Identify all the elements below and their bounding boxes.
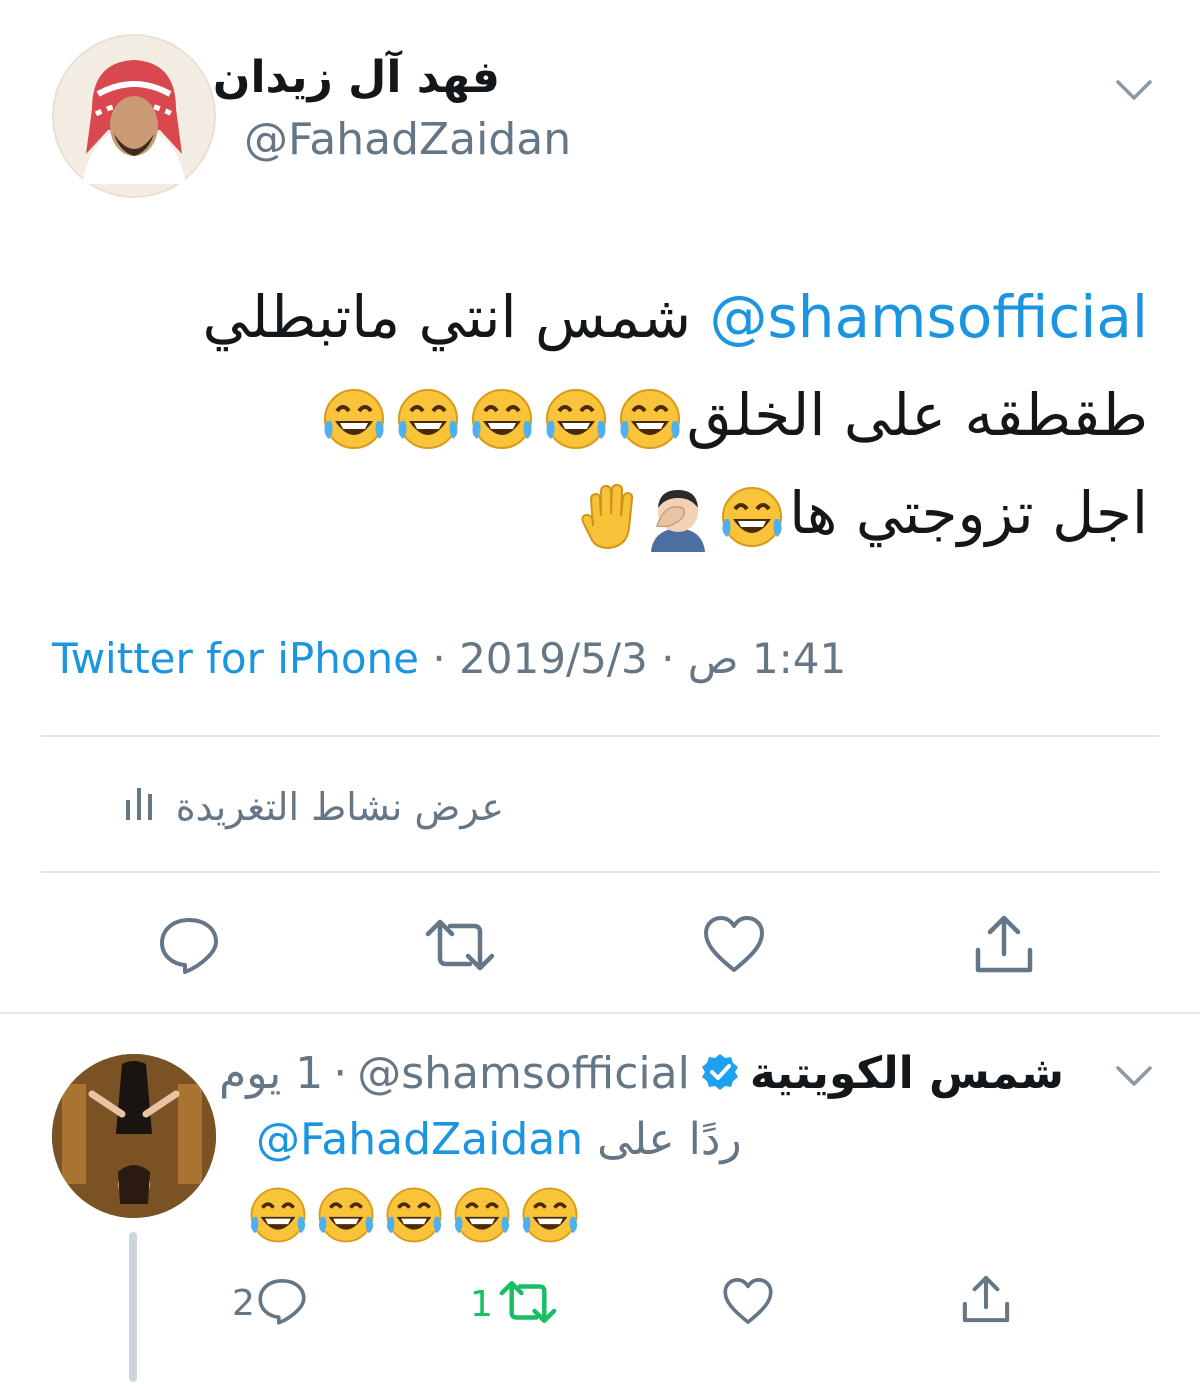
laughing-tears-emoji	[541, 387, 611, 451]
author-avatar[interactable]	[52, 34, 216, 198]
raised-hand-emoji	[579, 482, 639, 552]
reply-icon[interactable]	[257, 1276, 307, 1330]
meta-separator: ·	[432, 634, 446, 683]
tweet-meta: Twitter for iPhone · 2019/5/3 · 1:41 ص	[52, 634, 846, 683]
laughing-tears-emoji	[246, 1184, 310, 1246]
tweet-line-2: طقطقه على الخلق	[203, 366, 1148, 464]
reply-age: 1 يوم	[218, 1048, 324, 1099]
reply-action-like[interactable]	[722, 1276, 774, 1330]
reply-action-reply[interactable]: 2	[232, 1276, 307, 1330]
share-icon[interactable]	[972, 912, 1036, 976]
reply-author-name[interactable]: شمس الكويتية	[750, 1048, 1064, 1099]
laughing-tears-emoji	[314, 1184, 378, 1246]
author-handle[interactable]: @FahadZaidan	[244, 114, 571, 165]
retweet-icon[interactable]	[422, 916, 498, 974]
tweet-text-part: اجل تزوجتي ها	[789, 479, 1148, 547]
heart-icon[interactable]	[722, 1278, 774, 1330]
laughing-tears-emoji	[382, 1184, 446, 1246]
laughing-tears-emoji	[615, 387, 685, 451]
reply-author-handle[interactable]: @shamsofficial	[357, 1048, 690, 1099]
divider	[40, 871, 1160, 873]
author-name[interactable]: فهد آل زيدان	[213, 52, 500, 103]
meta-separator: ·	[333, 1048, 348, 1099]
replying-to-handle[interactable]: @FahadZaidan	[256, 1114, 583, 1165]
mention-link[interactable]: @shamsofficial	[710, 283, 1148, 351]
laughing-tears-emoji	[319, 387, 389, 451]
reply-icon[interactable]	[158, 914, 220, 976]
retweet-icon[interactable]	[497, 1278, 559, 1330]
tweet-text-part: طقطقه على الخلق	[686, 381, 1148, 449]
replying-to-label: ردًا على	[597, 1114, 742, 1165]
laughing-tears-emoji	[393, 387, 463, 451]
tweet-source-link[interactable]: Twitter for iPhone	[52, 634, 419, 683]
tweet-time: 1:41 ص	[687, 634, 847, 683]
facepalm-emoji	[643, 482, 713, 552]
tweet-line-1: @shamsofficial شمس انتي ماتبطلي	[203, 268, 1148, 366]
chevron-down-icon[interactable]	[1114, 1062, 1154, 1090]
reply-action-share[interactable]	[960, 1272, 1012, 1330]
retweet-count: 1	[470, 1283, 493, 1325]
verified-badge-icon	[700, 1052, 740, 1096]
laughing-tears-emoji	[467, 387, 537, 451]
share-icon[interactable]	[960, 1275, 1012, 1330]
reply-author-avatar[interactable]	[52, 1054, 216, 1218]
divider	[40, 735, 1160, 737]
tweet-text: @shamsofficial شمس انتي ماتبطلي طقطقه عل…	[203, 268, 1148, 562]
heart-icon[interactable]	[702, 914, 766, 974]
reply-header: شمس الكويتية @shamsofficial · 1 يوم	[219, 1048, 1064, 1099]
tweet-line-3: اجل تزوجتي ها	[203, 464, 1148, 562]
laughing-tears-emoji	[518, 1184, 582, 1246]
activity-label: عرض نشاط التغريدة	[175, 784, 504, 829]
thread-connector	[129, 1232, 137, 1382]
laughing-tears-emoji	[450, 1184, 514, 1246]
reply-text	[244, 1184, 584, 1246]
meta-separator: ·	[661, 634, 675, 683]
reply-count: 2	[232, 1282, 255, 1324]
tweet-text-part: شمس انتي ماتبطلي	[202, 283, 692, 351]
replying-to: ردًا على @FahadZaidan	[256, 1114, 742, 1165]
chevron-down-icon[interactable]	[1114, 76, 1154, 104]
laughing-tears-emoji	[717, 485, 787, 549]
bar-chart-icon	[124, 782, 154, 831]
reply-action-retweet[interactable]: 1	[470, 1278, 559, 1330]
tweet-date: 2019/5/3	[459, 634, 648, 683]
divider	[0, 1012, 1200, 1014]
view-tweet-activity[interactable]: عرض نشاط التغريدة	[124, 782, 504, 831]
